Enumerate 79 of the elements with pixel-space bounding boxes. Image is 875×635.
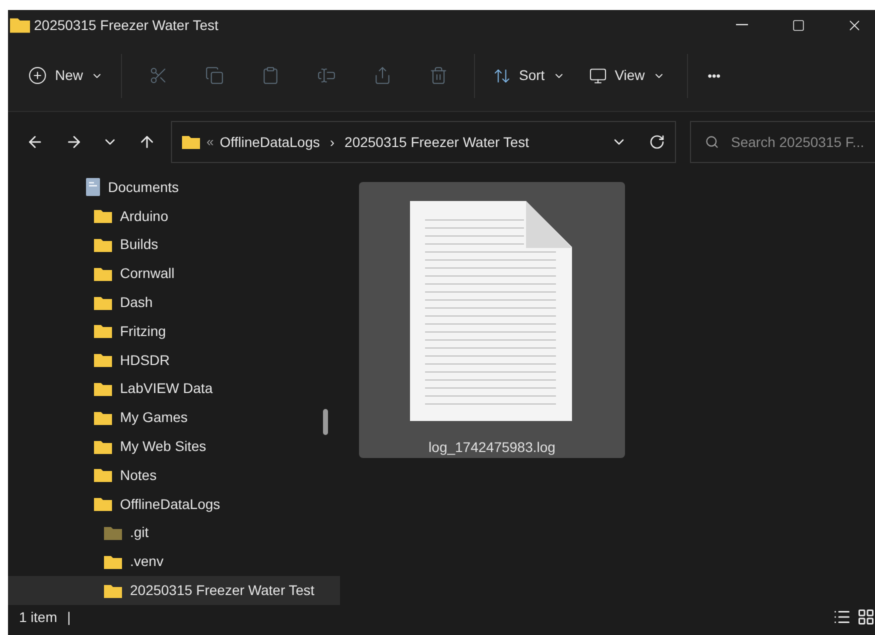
tree-item-label: Cornwall	[120, 264, 174, 284]
folder-icon	[94, 209, 112, 224]
breadcrumb[interactable]: 20250315 Freezer Water Test	[344, 132, 529, 152]
status-separator: |	[67, 608, 71, 627]
maximize-icon	[792, 18, 804, 32]
tree-item-label: Notes	[120, 466, 157, 485]
tree-item-label: My Games	[120, 408, 188, 428]
more-button[interactable]: •••	[698, 58, 730, 94]
document-icon	[410, 201, 574, 421]
breadcrumb-separator[interactable]: ›	[330, 132, 335, 152]
new-button[interactable]: New	[20, 58, 112, 94]
tree-item[interactable]: My Games	[8, 403, 340, 432]
window-title: 20250315 Freezer Water Test	[34, 16, 218, 34]
tree-item-label: Arduino	[120, 206, 168, 226]
tree-item[interactable]: .git	[8, 518, 340, 548]
tree-item[interactable]: LabVIEW Data	[8, 374, 340, 404]
folder-icon	[94, 324, 112, 338]
tree-item[interactable]: Fritzing	[8, 316, 340, 346]
monitor-icon	[588, 66, 607, 84]
folder-icon	[94, 440, 112, 454]
tree-item-label: Fritzing	[120, 322, 166, 341]
minimize-icon	[736, 24, 748, 26]
tree-item[interactable]: Documents	[8, 173, 340, 202]
tree-item[interactable]: My Web Sites	[8, 432, 340, 461]
folder-icon	[94, 266, 112, 281]
tree-item[interactable]: Builds	[8, 230, 340, 260]
folder-icon	[94, 468, 112, 482]
folder-icon	[94, 382, 112, 396]
folder-icon	[104, 526, 122, 540]
delete-icon	[428, 66, 448, 85]
copy-icon	[204, 66, 224, 85]
tiles-view-icon[interactable]	[857, 608, 875, 626]
rename-icon	[316, 66, 336, 85]
sort-arrows-icon	[493, 66, 512, 84]
tree-item[interactable]: 20250315 Freezer Water Test	[8, 576, 340, 605]
folder-icon	[182, 135, 200, 149]
tree-item[interactable]: Arduino	[8, 202, 340, 231]
scrollbar-thumb[interactable]	[323, 409, 328, 435]
tree-item-label: Builds	[120, 235, 158, 254]
search-field[interactable]: Search 20250315 F...	[690, 121, 875, 163]
search-icon	[705, 135, 719, 149]
folder-icon	[94, 353, 112, 368]
refresh-icon[interactable]	[649, 134, 665, 150]
details-view-icon[interactable]	[833, 608, 851, 626]
folder-icon	[104, 554, 122, 569]
overflow-chevron[interactable]: «	[206, 132, 214, 152]
tree-item-label: LabVIEW Data	[120, 379, 213, 398]
folder-icon	[94, 238, 112, 252]
tree-item[interactable]: Notes	[8, 460, 340, 490]
item-count: 1 item	[19, 608, 58, 626]
breadcrumb[interactable]: OfflineDataLogs	[220, 132, 320, 152]
tree-item[interactable]: Dash	[8, 288, 340, 317]
tree-item-label: Dash	[120, 293, 153, 312]
tree-item[interactable]: Cornwall	[8, 259, 340, 288]
plus-icon	[28, 66, 47, 85]
address-bar[interactable]: « OfflineDataLogs › 20250315 Freezer Water Test	[171, 121, 676, 163]
tree-item-label: My Web Sites	[120, 437, 206, 456]
tree-item[interactable]: OfflineDataLogs	[8, 490, 340, 519]
share-icon	[372, 66, 392, 85]
tree-item[interactable]: .venv	[8, 547, 340, 576]
tree-item-label: HDSDR	[120, 350, 170, 370]
file-tile[interactable]: log_1742475983.log	[359, 182, 625, 458]
tree-item-label: .venv	[130, 552, 164, 572]
folder-icon	[10, 17, 30, 33]
tree-item-label: OfflineDataLogs	[120, 494, 220, 514]
tree-item-label: 20250315 Freezer Water Test	[130, 581, 314, 600]
cut-icon	[148, 66, 168, 85]
document-library-icon	[86, 178, 100, 196]
folder-icon	[104, 584, 122, 598]
sort-button[interactable]: Sort	[485, 58, 573, 94]
view-button[interactable]: View	[576, 58, 677, 94]
paste-icon	[260, 66, 280, 85]
folder-icon	[94, 296, 112, 310]
tree-item-label: Documents	[108, 178, 179, 197]
tree-item-label: .git	[130, 523, 149, 542]
folder-icon	[94, 410, 112, 425]
file-name: log_1742475983.log	[428, 438, 556, 457]
tree-item[interactable]: HDSDR	[8, 346, 340, 375]
folder-icon	[94, 497, 112, 512]
